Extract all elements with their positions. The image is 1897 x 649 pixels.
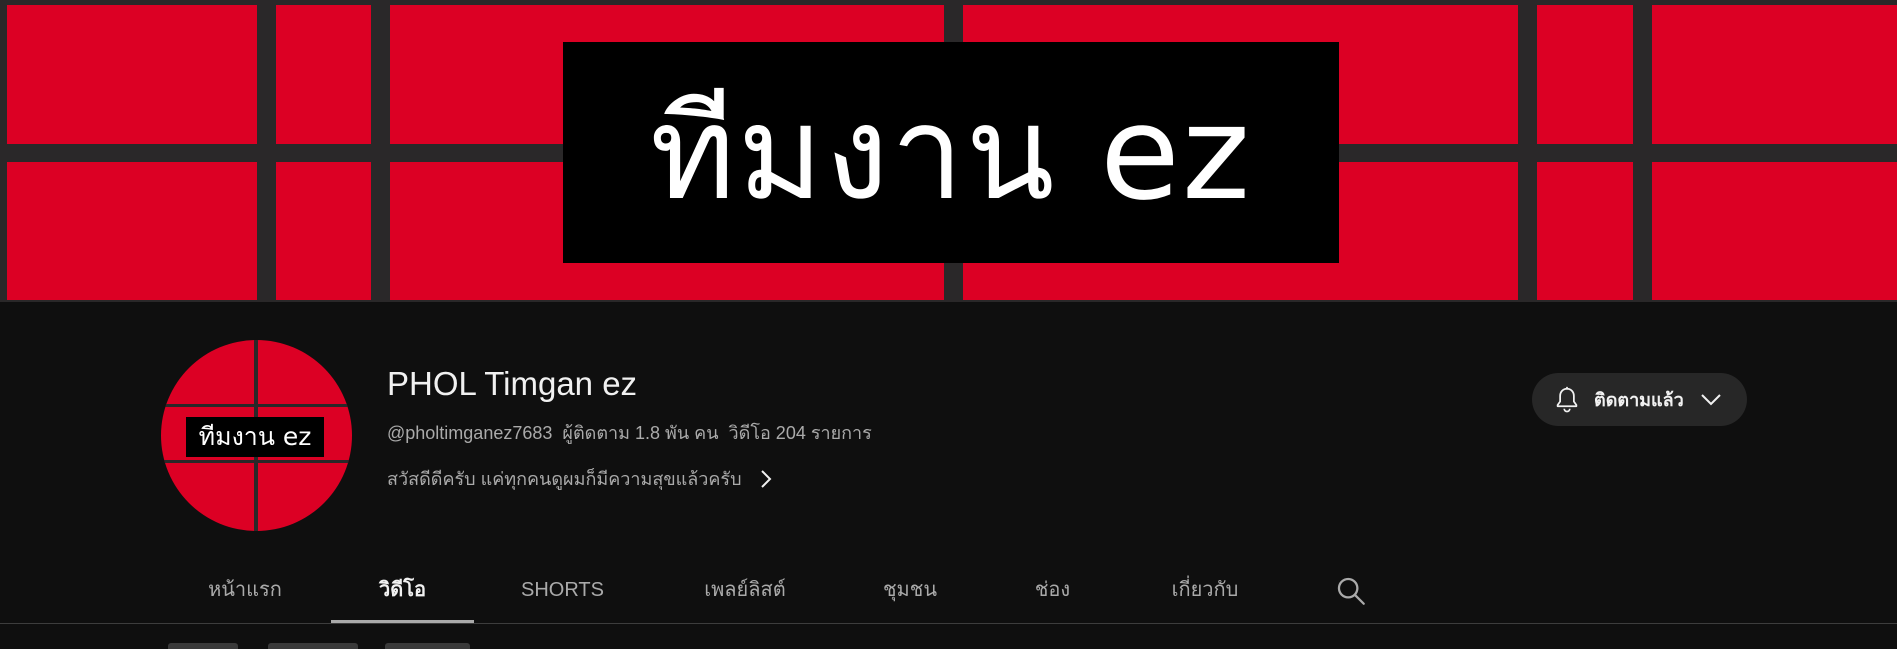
tabs-divider xyxy=(0,623,1897,624)
channel-avatar[interactable]: ทีมงาน ez xyxy=(161,340,352,531)
banner-block xyxy=(1652,5,1897,144)
avatar-grid-line xyxy=(161,404,352,407)
tab-home[interactable]: หน้าแรก xyxy=(195,558,295,624)
channel-name: PHOL Timgan ez xyxy=(387,365,638,402)
banner-block xyxy=(7,5,257,144)
tab-playlists[interactable]: เพลย์ลิสต์ xyxy=(680,558,810,624)
tab-about[interactable]: เกี่ยวกับ xyxy=(1150,558,1260,624)
video-count: วิดีโอ 204 รายการ xyxy=(728,423,872,443)
channel-tabs: หน้าแรก วิดีโอ SHORTS เพลย์ลิสต์ ชุมชน ช… xyxy=(0,558,1897,624)
banner-block xyxy=(1537,5,1633,144)
tab-videos[interactable]: วิดีโอ xyxy=(331,558,474,624)
subscriber-count: ผู้ติดตาม 1.8 พัน คน xyxy=(562,423,719,443)
banner-block xyxy=(7,162,257,300)
tab-channels[interactable]: ช่อง xyxy=(1020,558,1085,624)
search-icon[interactable] xyxy=(1334,574,1368,608)
banner-title-box: ทีมงาน ez xyxy=(563,42,1339,263)
channel-description[interactable]: สวัสดีดีครับ แค่ทุกคนดูผมก็มีความสุขแล้ว… xyxy=(387,464,772,493)
filter-chip[interactable] xyxy=(385,643,470,649)
subscribed-button[interactable]: ติดตามแล้ว xyxy=(1532,373,1747,426)
avatar-label: ทีมงาน ez xyxy=(186,417,324,457)
filter-chip[interactable] xyxy=(268,643,358,649)
subscribed-button-label: ติดตามแล้ว xyxy=(1594,390,1684,410)
channel-banner: ทีมงาน ez xyxy=(0,0,1897,302)
channel-handle: @pholtimganez7683 xyxy=(387,423,553,443)
chevron-down-icon xyxy=(1701,393,1721,405)
banner-block xyxy=(1537,162,1633,300)
banner-title: ทีมงาน ez xyxy=(649,76,1253,229)
channel-description-text: สวัสดีดีครับ แค่ทุกคนดูผมก็มีความสุขแล้ว… xyxy=(387,469,742,489)
channel-meta: @pholtimganez7683 ผู้ติดตาม 1.8 พัน คน วิด… xyxy=(387,418,872,447)
bell-icon xyxy=(1556,386,1578,412)
banner-block xyxy=(1652,162,1897,300)
filter-chip[interactable] xyxy=(168,643,238,649)
banner-block xyxy=(276,5,371,144)
avatar-grid-line xyxy=(161,460,352,463)
banner-block xyxy=(276,162,371,300)
chevron-right-icon xyxy=(760,469,771,488)
tab-shorts[interactable]: SHORTS xyxy=(510,558,615,624)
tab-community[interactable]: ชุมชน xyxy=(865,558,955,624)
